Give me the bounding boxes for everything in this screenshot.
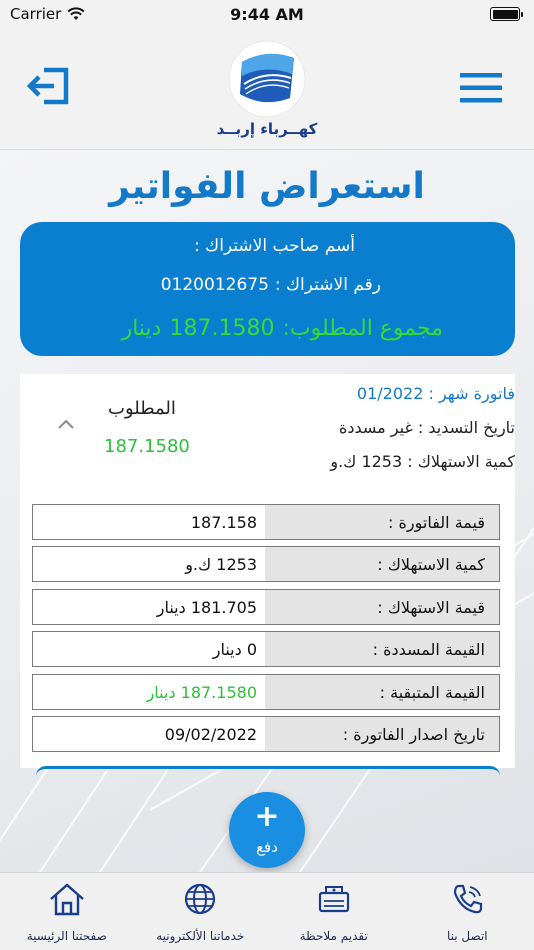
status-bar: Carrier 9:44 AM [0, 0, 534, 28]
pay-button[interactable]: + دفع [229, 792, 305, 868]
nav-label-contact: اتصل بنا [446, 929, 488, 943]
detail-row-bill-value: قيمة الفاتورة : 187.158 [32, 504, 500, 540]
bill-month: فاتورة شهر : 01/2022 [356, 384, 515, 403]
nav-label-e-services: خدماتنا الألكترونيه [156, 929, 245, 943]
required-label: المطلوب [108, 398, 176, 419]
total-due-row: مجموع المطلوب: 187.1580 دينار [122, 316, 443, 341]
chevron-up-icon[interactable] [56, 416, 76, 432]
carrier-label: Carrier [10, 5, 62, 23]
detail-label: قيمة الفاتورة : [265, 505, 499, 539]
subscriber-name-label: أسم صاحب الاشتراك : [194, 236, 355, 256]
detail-label: القيمة المسددة : [265, 632, 499, 666]
company-logo [228, 40, 306, 118]
status-left: Carrier [10, 5, 85, 23]
total-due-amount: 187.1580 [169, 316, 275, 341]
detail-label: تاريخ اصدار الفاتورة : [265, 717, 499, 751]
detail-label: كمية الاستهلاك : [265, 547, 499, 581]
pay-button-label: دفع [256, 838, 278, 856]
detail-row-remaining-value: القيمة المتبقية : 187.1580 دينار [32, 674, 500, 710]
detail-value: 1253 ك.و [185, 554, 257, 574]
globe-icon [185, 883, 216, 915]
nav-label-home: صفحتنا الرئيسية [26, 929, 107, 943]
home-icon [49, 883, 84, 916]
account-number-label: رقم الاشتراك : [274, 275, 381, 295]
app-header: كهــرباء إربــد [0, 28, 534, 150]
bill-payment-date: تاريخ التسديد : غير مسددة [338, 418, 515, 437]
detail-value: 187.1580 دينار [146, 682, 257, 702]
logout-icon[interactable] [26, 66, 70, 106]
account-number-value: 0120012675 [160, 275, 269, 295]
nav-label-feedback: تقديم ملاحظة [299, 929, 368, 943]
detail-value: 181.705 دينار [156, 597, 257, 617]
detail-value: 187.158 [190, 512, 257, 532]
total-due-currency: دينار [121, 316, 162, 341]
page-title: استعراض الفواتير [109, 166, 425, 207]
phone-icon [454, 884, 483, 914]
hamburger-menu-icon[interactable] [460, 72, 502, 104]
detail-row-consumption-value: قيمة الاستهلاك : 181.705 دينار [32, 589, 500, 625]
logo-text: كهــرباء إربــد [216, 120, 318, 138]
account-summary-card: أسم صاحب الاشتراك : رقم الاشتراك : 01200… [20, 222, 515, 356]
nav-item-contact[interactable]: اتصل بنا [401, 873, 534, 950]
detail-row-issue-date: تاريخ اصدار الفاتورة : 09/02/2022 [32, 716, 500, 752]
required-value: 187.1580 [104, 436, 190, 457]
detail-label: القيمة المتبقية : [265, 675, 499, 709]
account-number-row: رقم الاشتراك : 0120012675 [161, 275, 381, 295]
feedback-box-icon [318, 886, 349, 913]
detail-label: قيمة الاستهلاك : [265, 590, 499, 624]
detail-row-paid-value: القيمة المسددة : 0 دينار [32, 631, 500, 667]
plus-icon: + [254, 799, 280, 834]
wifi-icon [67, 7, 85, 20]
detail-value: 0 دينار [212, 639, 257, 659]
bill-card: فاتورة شهر : 01/2022 تاريخ التسديد : غير… [20, 374, 515, 768]
nav-item-feedback[interactable]: تقديم ملاحظة [267, 873, 401, 950]
detail-row-consumption-qty: كمية الاستهلاك : 1253 ك.و [32, 546, 500, 582]
nav-item-e-services[interactable]: خدماتنا الألكترونيه [134, 873, 268, 950]
bottom-nav: صفحتنا الرئيسية خدماتنا الألكترونيه تقدي… [0, 872, 534, 950]
detail-value: 09/02/2022 [164, 724, 257, 744]
nav-item-home[interactable]: صفحتنا الرئيسية [0, 873, 134, 950]
battery-icon [490, 7, 523, 21]
next-bill-card-edge[interactable] [36, 766, 500, 776]
bill-consumption: كمية الاستهلاك : 1253 ك.و [330, 452, 515, 471]
total-due-label: مجموع المطلوب: [282, 316, 443, 341]
